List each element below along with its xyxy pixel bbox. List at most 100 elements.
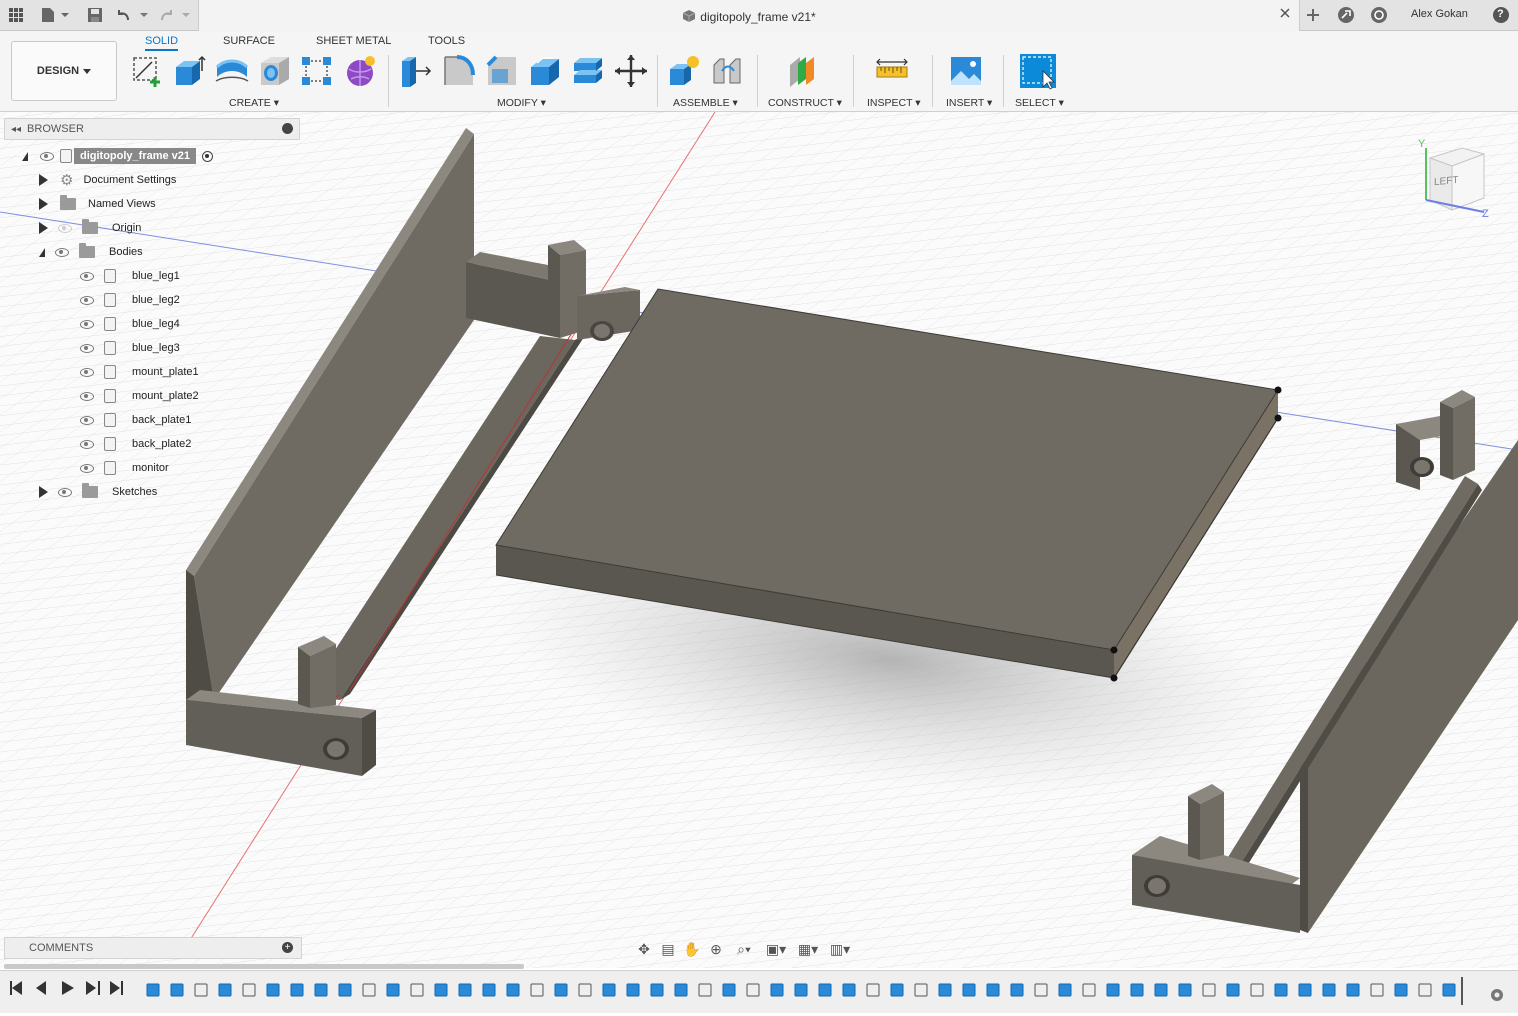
timeline-feature-icon[interactable] (1418, 983, 1432, 997)
previous-step-icon[interactable] (36, 981, 48, 995)
minimize-panel-icon[interactable] (282, 123, 293, 134)
body-item[interactable]: blue_leg2 (80, 289, 180, 311)
redo-icon[interactable] (158, 4, 192, 26)
timeline-feature-icon[interactable] (818, 983, 832, 997)
create-menu[interactable]: CREATE ▾ (229, 97, 279, 109)
body-item[interactable]: monitor (80, 457, 169, 479)
timeline-feature-icon[interactable] (1250, 983, 1264, 997)
timeline-feature-icon[interactable] (410, 983, 424, 997)
press-pull-icon[interactable] (398, 53, 434, 89)
inspect-menu[interactable]: INSPECT ▾ (867, 97, 921, 109)
pan-hand-icon[interactable]: ✋ (682, 941, 702, 958)
close-tab-icon[interactable] (1279, 7, 1291, 22)
timeline-feature-icon[interactable] (794, 983, 808, 997)
tab-solid[interactable]: SOLID (145, 35, 179, 51)
body-item[interactable]: back_plate1 (80, 409, 191, 431)
pattern-icon[interactable] (299, 53, 335, 89)
grid-settings-icon[interactable]: ▦▾ (794, 941, 822, 958)
timeline-feature-icon[interactable] (386, 983, 400, 997)
body-item[interactable]: blue_leg4 (80, 313, 180, 335)
timeline-feature-icon[interactable] (554, 983, 568, 997)
viewports-icon[interactable]: ▥▾ (826, 941, 854, 958)
save-icon[interactable] (84, 4, 106, 26)
timeline-feature-icon[interactable] (650, 983, 664, 997)
timeline-feature-icon[interactable] (842, 983, 856, 997)
timeline-feature-icon[interactable] (1082, 983, 1096, 997)
look-at-icon[interactable]: ▤ (658, 941, 678, 958)
visibility-eye-icon[interactable] (80, 343, 94, 353)
timeline-feature-icon[interactable] (866, 983, 880, 997)
next-step-icon[interactable] (86, 981, 100, 995)
timeline-feature-icon[interactable] (194, 983, 208, 997)
create-sketch-icon[interactable] (129, 53, 165, 89)
visibility-eye-icon[interactable] (80, 319, 94, 329)
combine-icon[interactable] (570, 53, 606, 89)
timeline-feature-icon[interactable] (674, 983, 688, 997)
timeline-feature-icon[interactable] (530, 983, 544, 997)
select-icon[interactable] (1019, 53, 1059, 91)
timeline-feature-icon[interactable] (146, 983, 160, 997)
zoom-icon[interactable]: ⊕ (706, 941, 726, 958)
timeline-feature-icon[interactable] (338, 983, 352, 997)
tab-tools[interactable]: TOOLS (428, 35, 465, 47)
timeline-feature-icon[interactable] (1178, 983, 1192, 997)
body-item[interactable]: blue_leg3 (80, 337, 180, 359)
timeline-feature-icon[interactable] (1130, 983, 1144, 997)
measure-icon[interactable] (874, 53, 910, 89)
origin-node[interactable]: Origin (39, 217, 141, 239)
timeline-feature-icon[interactable] (266, 983, 280, 997)
body-item[interactable]: mount_plate1 (80, 361, 199, 383)
3d-viewport[interactable]: LEFT Y Z (0, 112, 1518, 968)
visibility-eye-icon[interactable] (80, 367, 94, 377)
extensions-icon[interactable] (1335, 4, 1357, 26)
timeline-feature-icon[interactable] (986, 983, 1000, 997)
timeline-feature-icon[interactable] (578, 983, 592, 997)
timeline-feature-icon[interactable] (962, 983, 976, 997)
body-item[interactable]: back_plate2 (80, 433, 191, 455)
hole-icon[interactable] (257, 53, 293, 89)
collapse-arrow-icon[interactable] (22, 151, 28, 161)
timeline-feature-icon[interactable] (434, 983, 448, 997)
body-item[interactable]: blue_leg1 (80, 265, 180, 287)
shell-icon[interactable] (527, 53, 563, 89)
job-status-icon[interactable] (1368, 4, 1390, 26)
revolve-icon[interactable] (214, 53, 250, 89)
timeline-feature-icon[interactable] (1274, 983, 1288, 997)
timeline-settings-gear-icon[interactable] (1491, 989, 1503, 1001)
expand-arrow-icon[interactable] (39, 222, 48, 234)
timeline-feature-icon[interactable] (1442, 983, 1456, 997)
timeline-feature-icon[interactable] (218, 983, 232, 997)
timeline-feature-icon[interactable] (602, 983, 616, 997)
offset-plane-icon[interactable] (786, 53, 822, 89)
visibility-hidden-icon[interactable] (58, 223, 72, 233)
insert-image-icon[interactable] (948, 53, 984, 89)
named-views-node[interactable]: Named Views (39, 193, 156, 215)
timeline-feature-icon[interactable] (482, 983, 496, 997)
expand-arrow-icon[interactable] (39, 174, 48, 186)
create-form-icon[interactable] (343, 53, 379, 89)
move-copy-icon[interactable] (613, 53, 649, 89)
visibility-eye-icon[interactable] (55, 247, 69, 257)
timeline-feature-list[interactable] (146, 983, 1456, 997)
timeline-feature-icon[interactable] (1226, 983, 1240, 997)
display-settings-icon[interactable]: ▣▾ (762, 941, 790, 958)
undo-icon[interactable] (116, 4, 150, 26)
sketches-node[interactable]: Sketches (39, 481, 157, 503)
timeline-feature-icon[interactable] (1322, 983, 1336, 997)
timeline-feature-icon[interactable] (1298, 983, 1312, 997)
timeline-feature-icon[interactable] (458, 983, 472, 997)
tab-surface[interactable]: SURFACE (223, 35, 275, 47)
view-cube[interactable]: LEFT Y Z (1410, 138, 1502, 226)
file-menu-icon[interactable] (38, 4, 70, 26)
bodies-node[interactable]: Bodies (39, 241, 143, 263)
timeline-feature-icon[interactable] (890, 983, 904, 997)
go-to-end-icon[interactable] (110, 981, 123, 995)
viewport-scrollbar[interactable] (4, 964, 524, 969)
timeline-feature-icon[interactable] (1394, 983, 1408, 997)
assemble-menu[interactable]: ASSEMBLE ▾ (673, 97, 738, 109)
browser-header[interactable]: ◂◂ BROWSER (4, 118, 300, 140)
timeline-feature-icon[interactable] (1346, 983, 1360, 997)
go-to-start-icon[interactable] (10, 981, 22, 995)
timeline-feature-icon[interactable] (170, 983, 184, 997)
collapse-arrow-icon[interactable] (39, 247, 45, 257)
